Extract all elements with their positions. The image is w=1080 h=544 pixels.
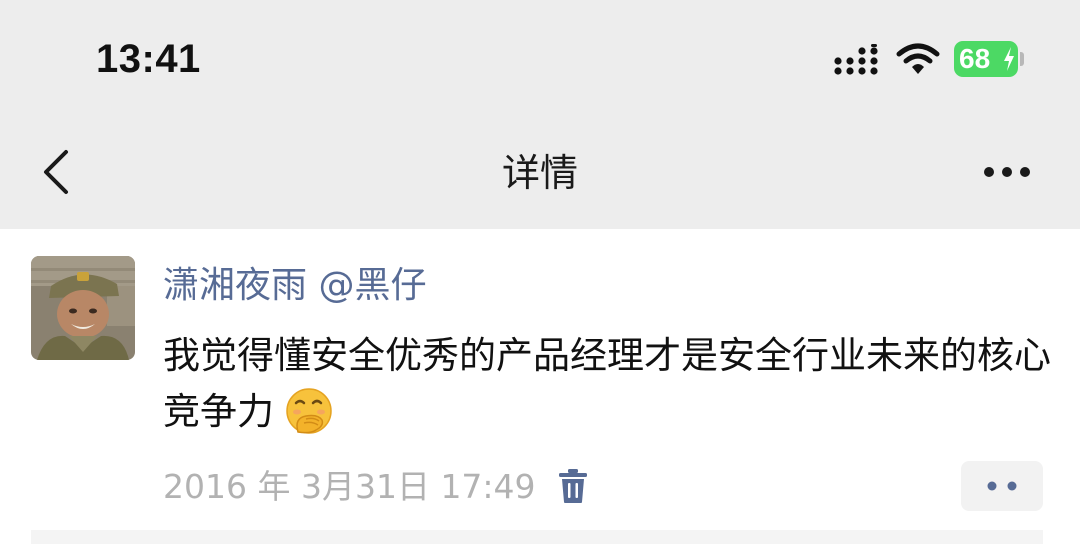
post-action-button[interactable] — [961, 461, 1043, 511]
signal-bars-icon — [834, 44, 878, 75]
two-dots-icon — [987, 481, 1017, 491]
post-timestamp: 2016 年 3月31日 17:49 — [163, 467, 536, 506]
battery-level: 68 — [959, 43, 991, 74]
page-title: 详情 — [501, 151, 578, 195]
face-with-hand-over-mouth-emoji — [286, 388, 332, 434]
status-time: 13:41 — [96, 37, 201, 81]
battery-indicator: 68 — [954, 41, 1018, 77]
battery-cap — [1020, 52, 1024, 66]
trash-icon[interactable] — [558, 468, 588, 504]
battery-charging-icon — [1004, 47, 1014, 71]
post-author-name[interactable]: 潇湘夜雨 @黑仔 — [163, 263, 426, 309]
more-horizontal-icon[interactable] — [982, 164, 1032, 180]
post-content: 我觉得懂安全优秀的产品经理才是安全行业未来的核心竞争力 — [163, 328, 1053, 440]
comment-area — [31, 530, 1043, 544]
wifi-icon — [896, 43, 940, 74]
top-bar: 13:41 68 详情 — [0, 0, 1080, 229]
avatar[interactable] — [31, 256, 135, 360]
